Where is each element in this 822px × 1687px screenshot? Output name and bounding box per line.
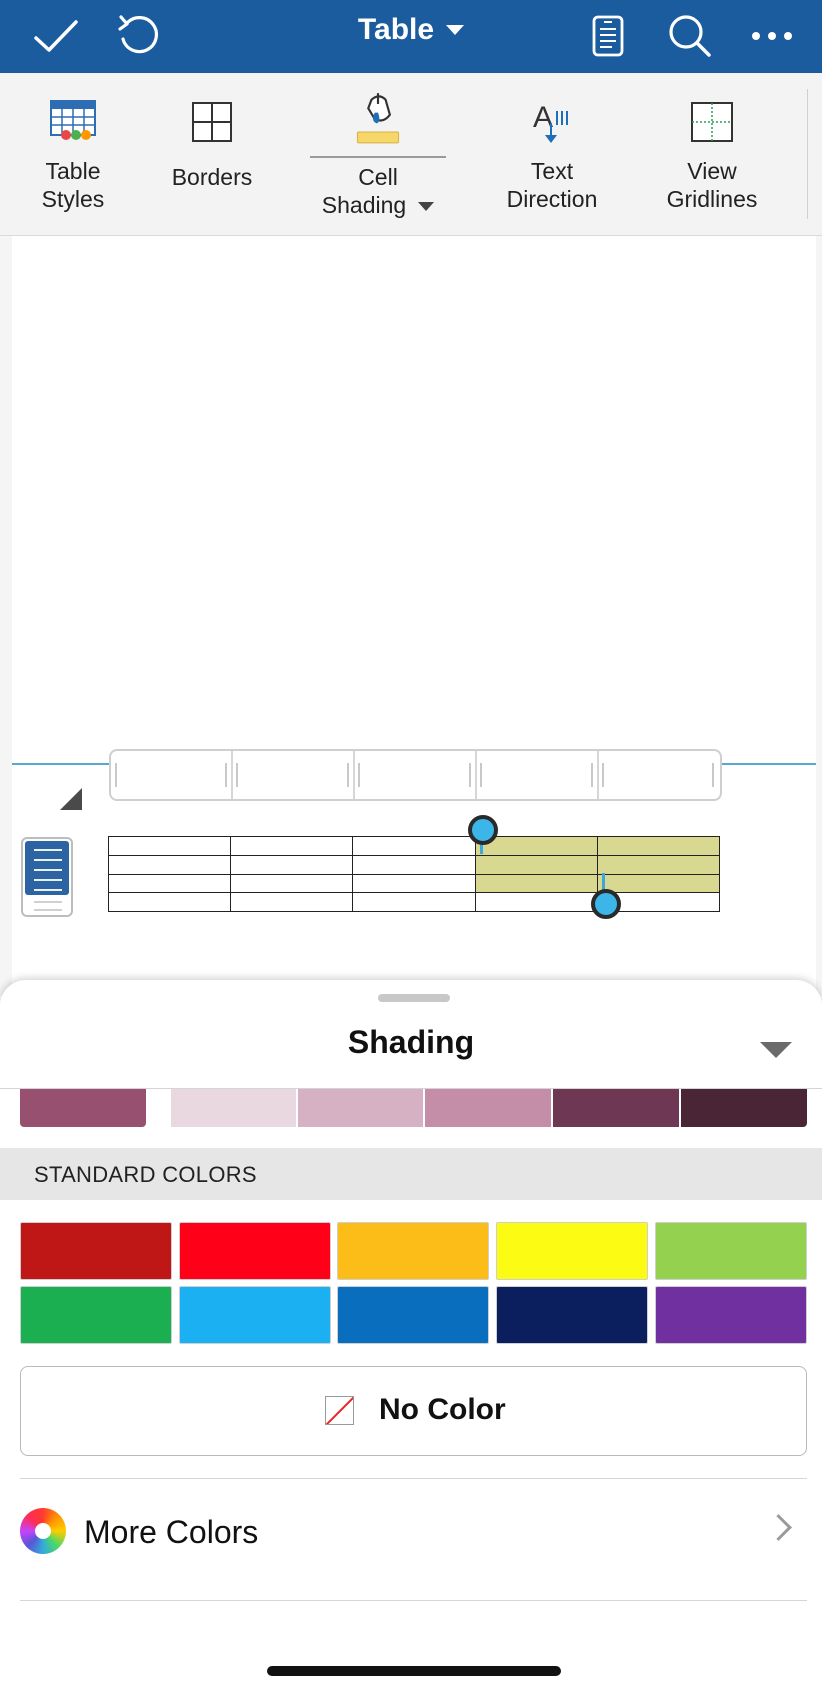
table-cell[interactable]: [230, 892, 354, 912]
ribbon-label: Gridlines: [666, 186, 758, 212]
ribbon-divider: [807, 89, 808, 219]
selection-end-handle[interactable]: [591, 889, 621, 919]
selection-start-handle[interactable]: [468, 815, 498, 845]
ribbon-label: Cell: [358, 164, 398, 190]
table-cell[interactable]: [107, 892, 232, 912]
cell-shading-icon: [356, 93, 400, 144]
standard-color-swatch[interactable]: [496, 1222, 648, 1280]
sheet-grabber[interactable]: [378, 994, 450, 1002]
table-cell-selected[interactable]: [596, 836, 721, 856]
borders-icon: [192, 102, 232, 142]
table-cell-selected[interactable]: [596, 854, 721, 875]
ribbon-label: Styles: [41, 186, 105, 212]
table-styles-icon: [50, 100, 96, 140]
text-direction-icon: A: [533, 101, 568, 143]
select-table-handle[interactable]: [60, 788, 82, 810]
home-indicator: [267, 1666, 561, 1676]
row-selector[interactable]: [21, 837, 73, 917]
table-cell[interactable]: [230, 836, 354, 856]
no-color-icon: [325, 1396, 354, 1425]
view-gridlines-button[interactable]: View Gridlines: [648, 73, 776, 235]
cell-shading-button[interactable]: Cell Shading: [300, 73, 456, 235]
table-cell[interactable]: [474, 892, 598, 912]
column-ruler[interactable]: [109, 749, 722, 801]
theme-color-swatch[interactable]: [171, 1089, 297, 1127]
more-colors-button[interactable]: More Colors: [0, 1478, 822, 1586]
section-label: STANDARD COLORS: [34, 1162, 257, 1187]
ribbon-label: Shading: [321, 192, 407, 218]
sheet-title: Shading: [347, 1024, 475, 1060]
ribbon-label: View: [687, 158, 737, 184]
table-guide-line: [720, 763, 816, 765]
standard-colors-header: STANDARD COLORS: [0, 1148, 822, 1200]
standard-color-swatch[interactable]: [655, 1222, 807, 1280]
top-bar: Table: [0, 0, 822, 73]
page-title: Table: [357, 13, 435, 46]
chevron-down-icon: [418, 202, 435, 212]
shading-sheet: Shading STANDARD COLORS No Color More Co…: [0, 980, 822, 1687]
chevron-down-icon: [446, 25, 465, 35]
standard-color-swatch[interactable]: [337, 1286, 489, 1344]
table-cell[interactable]: [107, 836, 232, 856]
standard-color-swatch[interactable]: [20, 1286, 172, 1344]
table-cell[interactable]: [352, 892, 476, 912]
standard-color-swatch[interactable]: [655, 1286, 807, 1344]
standard-color-swatch[interactable]: [496, 1286, 648, 1344]
collapse-sheet-icon[interactable]: [760, 1042, 792, 1058]
table-cell[interactable]: [107, 873, 232, 894]
selected-indicator: [310, 156, 446, 158]
no-color-button[interactable]: No Color: [20, 1366, 807, 1456]
table-cell-selected[interactable]: [474, 854, 598, 875]
standard-color-swatch[interactable]: [179, 1286, 331, 1344]
table-ribbon: Table Styles Borders Cell Shading A Text Di…: [0, 73, 822, 236]
table-cell[interactable]: [352, 854, 476, 875]
theme-color-swatch[interactable]: [298, 1089, 424, 1127]
table-styles-button[interactable]: Table Styles: [14, 73, 132, 235]
ribbon-label: Table: [45, 158, 101, 184]
document-icon[interactable]: [578, 6, 638, 66]
more-colors-label: More Colors: [84, 1514, 259, 1550]
color-wheel-icon: [20, 1508, 66, 1554]
table-cell[interactable]: [352, 836, 476, 856]
chevron-right-icon: [765, 1514, 792, 1541]
standard-color-swatch[interactable]: [20, 1222, 172, 1280]
standard-color-swatch[interactable]: [179, 1222, 331, 1280]
theme-color-swatch[interactable]: [681, 1089, 807, 1127]
divider: [20, 1600, 807, 1601]
search-icon[interactable]: [660, 6, 720, 66]
text-direction-button[interactable]: A Text Direction: [482, 73, 622, 235]
theme-color-swatch[interactable]: [425, 1089, 552, 1127]
standard-color-swatch[interactable]: [337, 1222, 489, 1280]
theme-color-swatch[interactable]: [553, 1089, 680, 1127]
table-cell[interactable]: [230, 854, 354, 875]
ribbon-label: Borders: [171, 164, 253, 190]
table-cell-selected[interactable]: [474, 873, 598, 894]
table-cell[interactable]: [230, 873, 354, 894]
more-icon[interactable]: [742, 6, 802, 66]
document-table[interactable]: [107, 836, 721, 912]
theme-color-swatch[interactable]: [20, 1089, 146, 1127]
ribbon-label: Text: [530, 158, 574, 184]
table-guide-line: [12, 763, 110, 765]
table-cell[interactable]: [352, 873, 476, 894]
no-color-label: No Color: [379, 1393, 506, 1426]
borders-button[interactable]: Borders: [156, 73, 268, 235]
view-gridlines-icon: [691, 102, 733, 142]
ribbon-label: Direction: [506, 186, 598, 212]
table-cell-selected[interactable]: [596, 873, 721, 894]
table-cell[interactable]: [107, 854, 232, 875]
